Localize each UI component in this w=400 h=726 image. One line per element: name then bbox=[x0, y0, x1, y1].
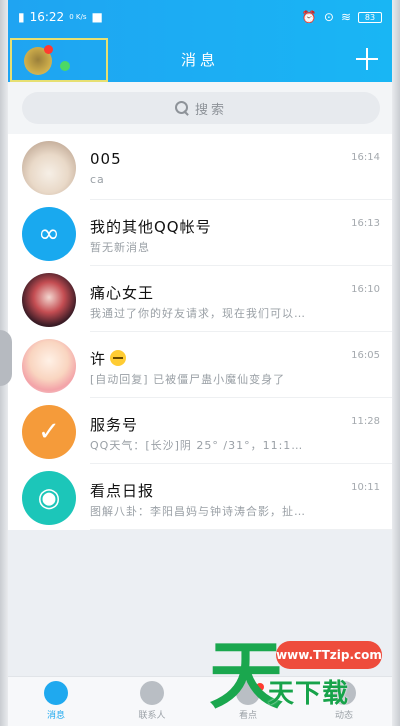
search-bar[interactable]: 搜索 bbox=[22, 92, 380, 124]
conversation-preview: 我通过了你的好友请求，现在我们可以… bbox=[90, 307, 306, 320]
search-placeholder: 搜索 bbox=[194, 102, 227, 118]
conversation-name: 看点日报 bbox=[90, 482, 155, 500]
check-badge-icon: ✓ bbox=[38, 417, 60, 447]
status-bar: ▮ 16:22 0 K/s ■ ⏰ ⊙ ≋ 83 bbox=[8, 0, 392, 34]
link-icon: ∞ bbox=[38, 219, 60, 249]
conversation-list: 005 ca 16:14 ∞ 我的其他QQ帐号 暂无新消息 16:13 痛心女王… bbox=[8, 134, 392, 530]
qq-app: ▮ 16:22 0 K/s ■ ⏰ ⊙ ≋ 83 消息 搜索 005 ca 16… bbox=[8, 0, 392, 726]
girl-avatar[interactable] bbox=[22, 273, 76, 327]
alarm-icon: ⏰ bbox=[301, 10, 317, 24]
conversation-preview: [自动回复] 已被僵尸蛊小魔仙变身了 bbox=[90, 373, 286, 386]
conversation-name: 005 bbox=[90, 150, 122, 168]
search-section: 搜索 bbox=[8, 82, 392, 134]
add-plus-icon[interactable] bbox=[356, 48, 378, 70]
conversation-time: 16:13 bbox=[351, 218, 380, 229]
watermark-brand: 天下载 bbox=[268, 679, 350, 709]
conversation-time: 16:05 bbox=[351, 350, 380, 361]
anime-avatar[interactable] bbox=[22, 339, 76, 393]
tab-label: 联系人 bbox=[138, 711, 166, 721]
device-frame-right bbox=[392, 0, 400, 726]
signal-icon: ▮ bbox=[18, 10, 25, 24]
cat-avatar[interactable] bbox=[22, 141, 76, 195]
conversation-row[interactable]: ✓ 服务号 QQ天气：[长沙]阴 25° /31°，11:1… 11:28 bbox=[8, 398, 392, 464]
conversation-row[interactable]: 痛心女王 我通过了你的好友请求，现在我们可以… 16:10 bbox=[8, 266, 392, 332]
conversation-row[interactable]: 许 [自动回复] 已被僵尸蛊小魔仙变身了 16:05 bbox=[8, 332, 392, 398]
page-title: 消息 bbox=[180, 51, 219, 69]
emoji-face-icon bbox=[110, 350, 127, 366]
video-icon: ■ bbox=[91, 10, 103, 24]
message-bubble-icon bbox=[44, 681, 68, 705]
conversation-name: 许 bbox=[90, 348, 127, 369]
eye-icon: ◉ bbox=[37, 483, 61, 513]
service-avatar[interactable]: ✓ bbox=[22, 405, 76, 459]
battery-icon: 83 bbox=[358, 11, 382, 23]
conversation-row[interactable]: 005 ca 16:14 bbox=[8, 134, 392, 200]
network-speed: 0 K/s bbox=[69, 13, 87, 21]
conversation-time: 16:14 bbox=[351, 152, 380, 163]
tab-messages[interactable]: 消息 bbox=[8, 677, 104, 726]
conversation-name: 痛心女王 bbox=[90, 284, 155, 302]
search-icon bbox=[174, 101, 189, 115]
conversation-name: 服务号 bbox=[90, 416, 139, 434]
conversation-preview: QQ天气：[长沙]阴 25° /31°，11:1… bbox=[90, 439, 304, 452]
person-icon bbox=[140, 681, 164, 705]
conversation-name: 我的其他QQ帐号 bbox=[90, 218, 212, 236]
tab-label: 消息 bbox=[46, 711, 65, 721]
app-header: ▮ 16:22 0 K/s ■ ⏰ ⊙ ≋ 83 消息 bbox=[8, 0, 392, 82]
conversation-time: 16:10 bbox=[351, 284, 380, 295]
tab-contacts[interactable]: 联系人 bbox=[104, 677, 200, 726]
kandian-avatar[interactable]: ◉ bbox=[22, 471, 76, 525]
wifi-icon: ≋ bbox=[340, 10, 351, 24]
conversation-preview: 暂无新消息 bbox=[90, 241, 150, 254]
conversation-time: 11:28 bbox=[351, 416, 380, 427]
conversation-time: 10:11 bbox=[351, 482, 380, 493]
side-handle[interactable] bbox=[0, 330, 12, 386]
conversation-preview: 图解八卦：李阳昌妈与钟诗涛合影，扯… bbox=[90, 505, 306, 518]
eye-care-icon: ⊙ bbox=[323, 10, 334, 24]
conversation-preview: ca bbox=[90, 173, 105, 186]
link-avatar[interactable]: ∞ bbox=[22, 207, 76, 261]
conversation-name-text: 许 bbox=[90, 350, 107, 368]
status-time: 16:22 bbox=[29, 10, 65, 24]
conversation-row[interactable]: ◉ 看点日报 图解八卦：李阳昌妈与钟诗涛合影，扯… 10:11 bbox=[8, 464, 392, 530]
watermark-url: www.TTzip.com bbox=[276, 641, 382, 669]
conversation-row[interactable]: ∞ 我的其他QQ帐号 暂无新消息 16:13 bbox=[8, 200, 392, 266]
